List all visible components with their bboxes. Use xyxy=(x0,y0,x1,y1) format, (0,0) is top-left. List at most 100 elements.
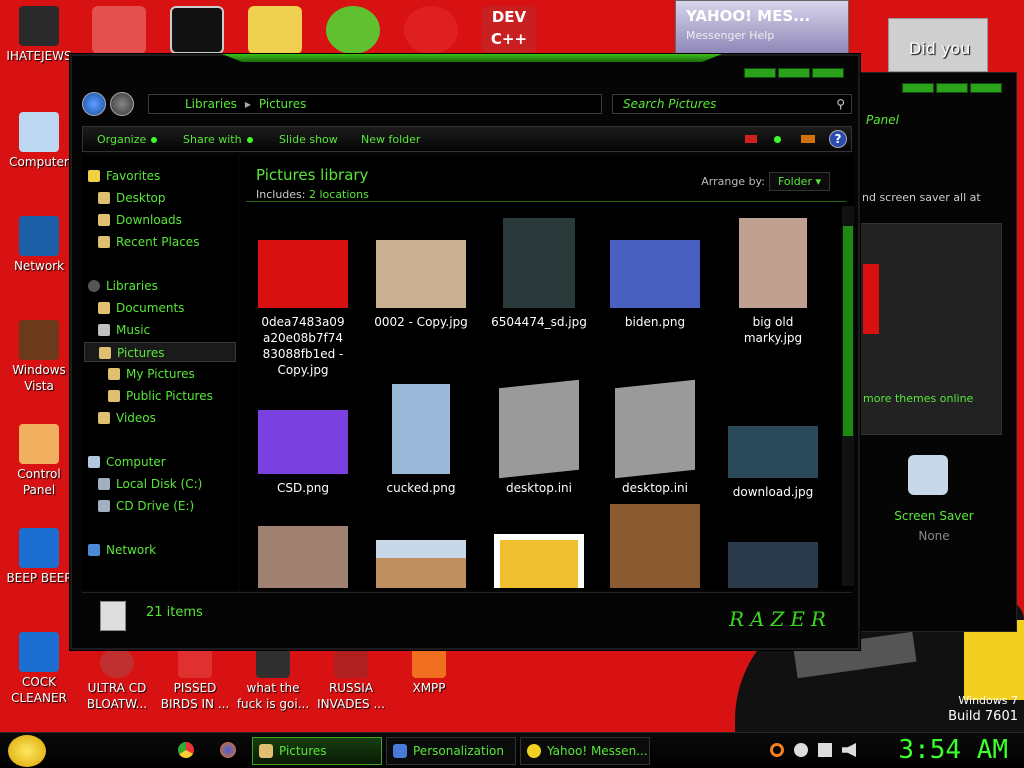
organize-button[interactable]: Organize xyxy=(97,133,158,146)
yahoo-messenger-window[interactable]: YAHOO! MES... Messenger Help xyxy=(675,0,849,56)
search-tray-icon[interactable] xyxy=(770,743,784,757)
view-options-icon[interactable] xyxy=(745,135,757,143)
maximize-button[interactable] xyxy=(778,68,810,78)
tray-icon[interactable] xyxy=(794,743,808,757)
desktop-icon-beep[interactable]: BEEP BEEP xyxy=(0,528,78,586)
close-button[interactable] xyxy=(812,68,844,78)
desktop-icon-pig[interactable] xyxy=(326,6,380,54)
sidebar-item-my-pictures[interactable]: My Pictures xyxy=(108,364,260,384)
desktop-icon-birds[interactable]: PISSED BIRDS IN ... xyxy=(156,648,234,712)
personalization-window[interactable]: Panel nd screen saver all at more themes… xyxy=(855,72,1017,632)
sidebar-item-videos[interactable]: Videos xyxy=(98,408,250,428)
sidebar-item-cd-drive[interactable]: CD Drive (E:) xyxy=(98,496,250,516)
window-controls xyxy=(902,83,1002,93)
file-tile[interactable]: desktop.ini xyxy=(600,379,710,496)
sidebar-item-pictures[interactable]: Pictures xyxy=(84,342,236,362)
desktop-icon-cleaner[interactable]: COCK CLEANER xyxy=(0,632,78,706)
maximize-button[interactable] xyxy=(936,83,968,93)
breadcrumb-pictures[interactable]: Pictures xyxy=(259,97,307,111)
sidebar-computer[interactable]: Computer xyxy=(88,452,240,472)
desktop-icon-network[interactable]: Network xyxy=(0,216,78,274)
preview-pane-icon[interactable] xyxy=(801,135,815,143)
address-bar[interactable]: Libraries ▸ Pictures xyxy=(148,94,602,114)
sidebar-network[interactable]: Network xyxy=(88,540,240,560)
file-tile[interactable]: 6504474_sd.jpg xyxy=(484,218,594,330)
file-tile[interactable] xyxy=(248,526,358,588)
desktop-icon-wtf[interactable]: what the fuck is goi... xyxy=(234,648,312,712)
file-tile[interactable] xyxy=(600,504,710,588)
desktop-icon-p-app[interactable] xyxy=(404,6,458,54)
arrange-dropdown[interactable]: Folder ▾ xyxy=(768,172,830,191)
sidebar-item-public-pictures[interactable]: Public Pictures xyxy=(108,386,260,406)
desktop-icon-scribble[interactable] xyxy=(92,6,146,54)
desktop-icon-computer[interactable]: Computer xyxy=(0,112,78,170)
desktop-icon-clipboard[interactable] xyxy=(248,6,302,54)
sidebar-label: Favorites xyxy=(106,169,161,183)
dropdown-icon[interactable] xyxy=(774,136,781,143)
sidebar-item-documents[interactable]: Documents xyxy=(98,298,250,318)
sidebar-item-music[interactable]: Music xyxy=(98,320,250,340)
desktop-icon-russia[interactable]: RUSSIA INVADES ... xyxy=(312,648,390,712)
close-button[interactable] xyxy=(970,83,1002,93)
cd-drive-icon xyxy=(98,500,110,512)
taskbar-yahoo[interactable]: Yahoo! Messen... xyxy=(520,737,650,765)
firefox-icon[interactable] xyxy=(220,742,236,758)
themes-list[interactable]: more themes online xyxy=(856,223,1002,435)
clock[interactable]: 3:54 AM xyxy=(898,735,1008,765)
slide-show-button[interactable]: Slide show xyxy=(279,133,338,146)
minimize-button[interactable] xyxy=(902,83,934,93)
screen-saver-icon[interactable] xyxy=(908,455,948,495)
file-tile[interactable]: download.jpg xyxy=(718,426,828,500)
file-tile[interactable] xyxy=(484,534,594,588)
file-tile[interactable]: CSD.png xyxy=(248,410,358,496)
includes-link[interactable]: 2 locations xyxy=(309,188,369,201)
windows-watermark: Windows 7 Build 7601 xyxy=(948,693,1018,725)
file-tile[interactable]: 0dea7483a09a20e08b7f7483088fb1ed - Copy.… xyxy=(248,240,358,378)
back-button[interactable] xyxy=(82,92,106,116)
file-tile[interactable]: big old marky.jpg xyxy=(718,218,828,346)
pictures-library-icon xyxy=(100,601,126,631)
file-tile[interactable] xyxy=(366,540,476,588)
desktop-icon-vista[interactable]: Windows Vista xyxy=(0,320,78,394)
forward-button[interactable] xyxy=(110,92,134,116)
sidebar-favorites[interactable]: Favorites xyxy=(88,166,240,186)
file-tile[interactable]: desktop.ini xyxy=(484,379,594,496)
desktop-icon-cmd[interactable] xyxy=(170,6,224,54)
start-button[interactable] xyxy=(8,735,46,767)
sidebar-item-recent-places[interactable]: Recent Places xyxy=(98,232,250,252)
share-with-button[interactable]: Share with xyxy=(183,133,253,146)
scrollbar-thumb[interactable] xyxy=(843,226,853,436)
file-tile[interactable]: 0002 - Copy.jpg xyxy=(366,240,476,330)
breadcrumb-libraries[interactable]: Libraries xyxy=(185,97,237,111)
new-folder-button[interactable]: New folder xyxy=(361,133,420,146)
image-window[interactable]: Did you xyxy=(888,18,988,72)
more-themes-link[interactable]: more themes online xyxy=(863,392,973,405)
taskbar-personalization[interactable]: Personalization xyxy=(386,737,516,765)
desktop-icon-ihatejews[interactable]: IHATEJEWS xyxy=(0,6,78,64)
volume-icon[interactable] xyxy=(842,743,856,757)
desktop-icon-control-panel[interactable]: Control Panel xyxy=(0,424,78,498)
panel-title: Panel xyxy=(866,113,899,127)
sidebar-item-desktop[interactable]: Desktop xyxy=(98,188,250,208)
taskbar-pictures[interactable]: Pictures xyxy=(252,737,382,765)
help-button[interactable]: ? xyxy=(829,130,847,148)
screen-saver-link[interactable]: Screen Saver xyxy=(856,509,1012,523)
sidebar-libraries[interactable]: Libraries xyxy=(88,276,240,296)
desktop-icon-ultra-cd[interactable]: ULTRA CD BLOATW... xyxy=(78,648,156,712)
file-tile[interactable]: biden.png xyxy=(600,240,710,330)
search-input[interactable]: Search Pictures ⚲ xyxy=(612,94,852,114)
explorer-window[interactable]: Libraries ▸ Pictures Search Pictures ⚲ Org… xyxy=(70,54,860,650)
file-tile[interactable] xyxy=(718,542,828,588)
minimize-button[interactable] xyxy=(744,68,776,78)
file-tile[interactable]: cucked.png xyxy=(366,384,476,496)
search-icon[interactable]: ⚲ xyxy=(836,95,845,113)
sidebar-item-local-disk[interactable]: Local Disk (C:) xyxy=(98,474,250,494)
theme-thumbnail[interactable] xyxy=(863,264,879,334)
yahoo-menu[interactable]: Messenger Help xyxy=(686,29,774,42)
desktop-icon-devcpp[interactable]: DEV C++ xyxy=(482,6,536,54)
network-tray-icon[interactable] xyxy=(818,743,832,757)
desktop-icon-xmpp[interactable]: XMPP xyxy=(390,648,468,696)
sidebar-item-downloads[interactable]: Downloads xyxy=(98,210,250,230)
chrome-icon[interactable] xyxy=(178,742,194,758)
vertical-scrollbar[interactable] xyxy=(842,206,854,586)
